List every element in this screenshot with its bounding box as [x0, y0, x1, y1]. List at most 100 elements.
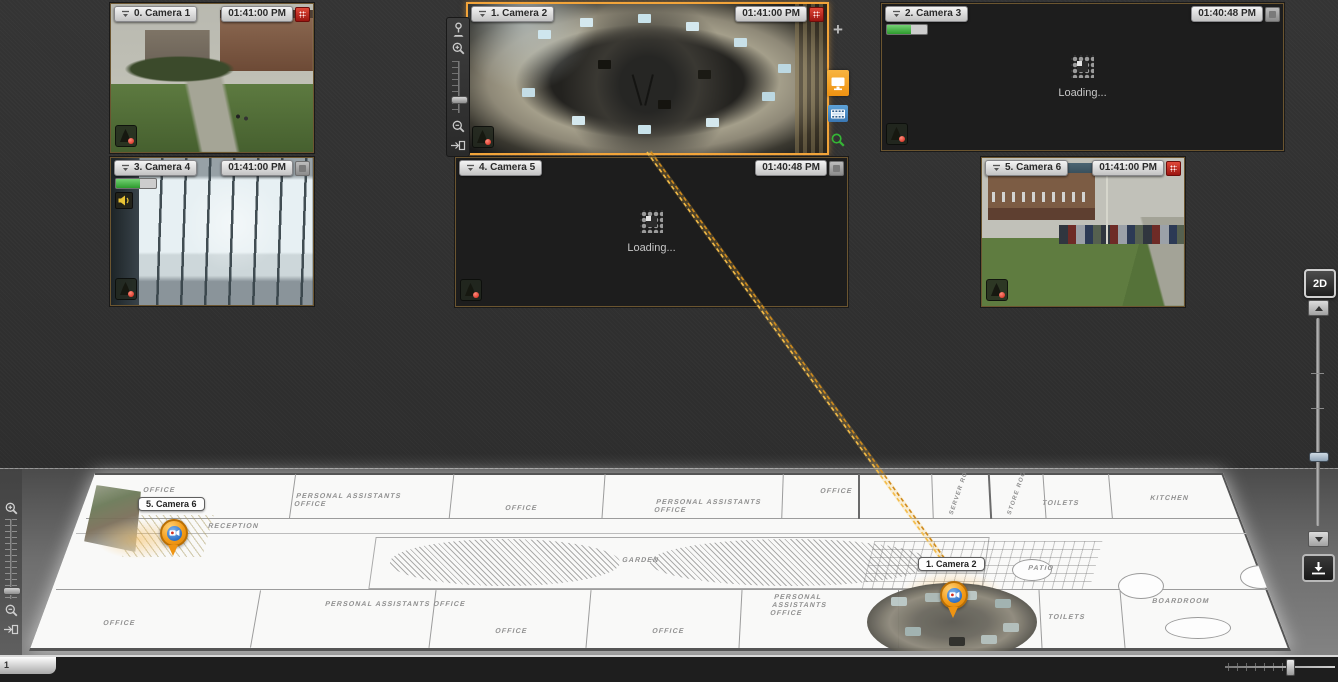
camera-title: 5. Camera 6 [1005, 161, 1061, 175]
wall-line [1042, 474, 1046, 519]
arrow-down-icon [1315, 537, 1323, 542]
wall-line [858, 474, 860, 519]
camera-menu-icon [121, 10, 130, 18]
scroll-up-button[interactable] [1308, 300, 1329, 316]
camera-menu-icon [478, 10, 487, 18]
camera-title: 1. Camera 2 [491, 7, 547, 21]
horizontal-slider-handle[interactable] [1286, 659, 1295, 676]
playback-tab[interactable] [828, 105, 848, 122]
pan-tilt-icon[interactable] [449, 21, 467, 37]
camera-tile-6[interactable]: 5. Camera 6 01:41:00 PM [981, 157, 1185, 307]
preset-home-icon[interactable] [449, 137, 467, 153]
map-zoom-in-icon[interactable] [2, 500, 20, 516]
horizontal-slider-track[interactable] [1225, 666, 1335, 668]
camera-tile-2[interactable]: 1. Camera 2 01:41:00 PM [466, 2, 829, 155]
wall-line [988, 474, 992, 519]
camera-menu-icon [121, 164, 130, 172]
wall-line [585, 590, 591, 648]
camera-2-header: 1. Camera 2 01:41:00 PM [471, 6, 824, 22]
camera-3-header: 2. Camera 3 01:40:48 PM [885, 6, 1280, 22]
map-marker-camera-2[interactable] [940, 581, 966, 618]
camera-title-button[interactable]: 5. Camera 6 [985, 160, 1068, 176]
slider-tick [1311, 373, 1324, 374]
map-tilt-slider-track[interactable] [1316, 318, 1320, 526]
camera-timestamp: 01:41:00 PM [221, 6, 293, 22]
map-tab[interactable]: 1 [0, 657, 56, 674]
camera-tile-5[interactable]: Loading... 4. Camera 5 01:40:48 PM [455, 157, 848, 307]
zoom-out-icon[interactable] [449, 118, 467, 134]
camera-title-button[interactable]: 2. Camera 3 [885, 6, 968, 22]
camera-icon [947, 588, 962, 603]
camera-tile-1[interactable]: 0. Camera 1 01:41:00 PM [110, 3, 314, 153]
room-label: OFFICE [102, 620, 136, 628]
camera-tile-4[interactable]: 3. Camera 4 01:41:00 PM [110, 157, 314, 306]
marker-tail [948, 607, 958, 618]
camera-timestamp: 01:40:48 PM [1191, 6, 1263, 22]
wall-line [250, 590, 261, 647]
room-label: OFFICE [494, 628, 528, 636]
map-zoom-slider[interactable] [4, 519, 18, 599]
wall-line [56, 589, 1268, 590]
camera-title-button[interactable]: 3. Camera 4 [114, 160, 197, 176]
map-marker-label-camera-2[interactable]: 1. Camera 2 [918, 557, 985, 571]
add-view-button[interactable]: + [829, 22, 847, 38]
wall-line [86, 518, 1238, 519]
camera-tile-3[interactable]: Loading... 2. Camera 3 01:40:48 PM [881, 3, 1284, 151]
camera-title-button[interactable]: 4. Camera 5 [459, 160, 542, 176]
room-label: PERSONAL ASSISTANTS OFFICE [653, 499, 777, 515]
motion-indicator-icon [986, 279, 1008, 301]
camera-title-button[interactable]: 1. Camera 2 [471, 6, 554, 22]
camera-2-video [468, 4, 827, 153]
map-zoom-controls [1, 500, 21, 637]
room-label: PATIO [1027, 565, 1055, 573]
room-label: KITCHEN [1149, 495, 1190, 503]
map-marker-label-camera-6[interactable]: 5. Camera 6 [138, 497, 205, 511]
map-view[interactable]: OFFICE PERSONAL ASSISTANTS OFFICE OFFICE… [0, 468, 1338, 656]
recording-badge-icon [809, 7, 824, 22]
loading-text: Loading... [1058, 87, 1106, 99]
map-marker-camera-6[interactable] [160, 519, 186, 556]
motion-indicator-icon [115, 278, 137, 300]
map-zoom-slider-handle[interactable] [3, 587, 21, 595]
filmstrip-icon [830, 108, 846, 120]
dock-down-button[interactable] [1302, 554, 1335, 582]
camera-title: 3. Camera 4 [134, 161, 190, 175]
camera-icon [167, 526, 182, 541]
map-2d-toggle-button[interactable]: 2D [1304, 269, 1336, 298]
ptz-zoom-slider[interactable] [452, 61, 465, 113]
camera-timestamp: 01:41:00 PM [221, 160, 293, 176]
loading-spinner-icon [1071, 55, 1094, 78]
recording-badge-icon [295, 7, 310, 22]
room-label: STORE ROOM [1006, 464, 1030, 516]
wall-line [931, 474, 934, 519]
camera-timestamp: 01:41:00 PM [1092, 160, 1164, 176]
map-tilt-slider-handle[interactable] [1309, 452, 1329, 462]
marker-pin [160, 519, 188, 547]
arrow-up-icon [1315, 306, 1323, 311]
camera-5-video: Loading... [456, 158, 847, 306]
wall-line [76, 533, 1251, 534]
scroll-down-button[interactable] [1308, 531, 1329, 547]
ptz-zoom-slider-handle[interactable] [451, 96, 468, 104]
map-preset-home-icon[interactable] [2, 621, 20, 637]
idle-badge-icon [1265, 7, 1280, 22]
wall-line [1119, 590, 1125, 648]
room-label: PERSONAL ASSISTANTS OFFICE [769, 594, 857, 618]
motion-indicator-icon [115, 125, 137, 147]
search-tab[interactable] [828, 131, 848, 149]
camera-title-button[interactable]: 0. Camera 1 [114, 6, 197, 22]
map-zoom-out-icon[interactable] [2, 602, 20, 618]
camera-5-header: 4. Camera 5 01:40:48 PM [459, 160, 844, 176]
room-label: TOILETS [1041, 500, 1080, 508]
room-label: PERSONAL ASSISTANTS OFFICE [324, 601, 486, 609]
audio-speaker-icon[interactable] [115, 192, 133, 209]
camera-menu-icon [892, 10, 901, 18]
room-label: OFFICE [504, 505, 538, 513]
zoom-in-icon[interactable] [449, 40, 467, 56]
loading-text: Loading... [627, 242, 675, 254]
room-label: OFFICE [819, 488, 853, 496]
camera-title: 2. Camera 3 [905, 7, 961, 21]
room-label: BOARDROOM [1151, 598, 1210, 606]
live-view-tab[interactable] [827, 70, 849, 96]
ptz-toolbar [446, 17, 470, 157]
